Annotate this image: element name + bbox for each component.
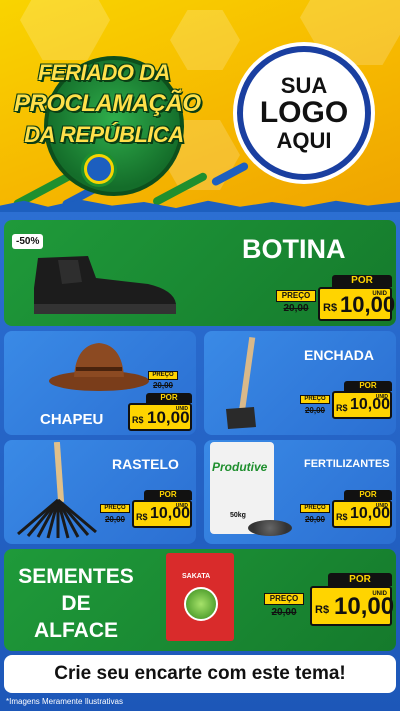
boot-icon [34, 256, 176, 314]
currency-symbol: R$ [132, 415, 144, 425]
old-price: 20,00 [304, 406, 326, 415]
current-price: R$ 10,00 UNID [332, 500, 392, 528]
title-line-1: FERIADO DA [38, 60, 170, 85]
holiday-title: FERIADO DA PROCLAMAÇÃO DA REPÚBLICA [14, 50, 201, 200]
currency-symbol: R$ [315, 604, 330, 616]
old-price: 20,00 [283, 303, 309, 314]
old-price: 20,00 [304, 515, 326, 524]
price-block: POR PREÇO 20,00 R$ 10,00 UNID [276, 275, 395, 321]
price-block: POR PREÇO 20,00 R$ 10,00 UNID [100, 490, 192, 540]
product-name: ENCHADA [304, 347, 374, 363]
bag-weight: 50kg [230, 512, 246, 519]
por-label: POR [144, 490, 192, 500]
packet-brand: SAKATA [182, 573, 211, 580]
seed-packet-icon: SAKATA [166, 553, 234, 641]
current-price: R$ 10,00 UNID [310, 586, 395, 626]
unit-label: UNID [375, 503, 388, 509]
product-name: CHAPEU [40, 411, 104, 428]
price-block: POR PREÇO 20,00 R$ 10,00 UNID [300, 381, 392, 431]
product-name: RASTELO [112, 456, 179, 472]
old-price: 20,00 [271, 607, 297, 618]
currency-symbol: R$ [323, 302, 338, 314]
product-card-chapeu[interactable]: CHAPEU PREÇO 20,00 POR R$ 10,00 UNID [4, 331, 196, 435]
product-card-enchada[interactable]: ENCHADA POR PREÇO 20,00 R$ 10,00 UNID [204, 331, 396, 435]
current-price: R$ 10,00 UNID [332, 391, 392, 419]
current-price: R$ 10,00 UNID [128, 403, 192, 431]
por-label: POR [344, 381, 392, 391]
price-block: POR PREÇO 20,00 R$ 10,00 UNID [300, 490, 392, 540]
disclaimer-note: *Imagens Meramente Ilustrativas [6, 697, 123, 706]
product-name: FERTILIZANTES [304, 458, 390, 470]
product-card-rastelo[interactable]: RASTELO POR PREÇO 20,00 R$ 10,00 UNID [4, 440, 196, 544]
price-block: POR PREÇO 20,00 R$ 10,00 UNID [262, 573, 395, 647]
preco-label: PREÇO [276, 290, 316, 302]
preco-label: PREÇO [300, 395, 330, 404]
logo-line-2: LOGO [259, 96, 349, 130]
unit-label: UNID [375, 394, 388, 400]
product-card-botina[interactable]: BOTINA POR PREÇO 20,00 R$ 10,00 UNID [4, 220, 396, 326]
hoe-icon [226, 336, 256, 429]
current-price: R$ 10,00 UNID [132, 500, 192, 528]
logo-placeholder[interactable]: SUA LOGO AQUI [237, 46, 371, 180]
product-name-line-2: DE [61, 592, 91, 615]
discount-badge: -50% [12, 234, 44, 249]
product-name: BOTINA [242, 234, 346, 264]
price-block: PREÇO 20,00 POR R$ 10,00 UNID [104, 371, 192, 431]
preco-label: PREÇO [100, 504, 130, 513]
title-line-3: DA REPÚBLICA [24, 122, 184, 147]
por-label: POR [344, 490, 392, 500]
unit-label: UNID [372, 591, 387, 597]
header-banner: FERIADO DA PROCLAMAÇÃO DA REPÚBLICA SUA … [0, 0, 400, 210]
old-price: 20,00 [152, 381, 174, 390]
product-card-sementes[interactable]: SEMENTES DE ALFACE SAKATA POR PREÇO 20,0… [4, 549, 396, 651]
preco-label: PREÇO [148, 371, 178, 380]
rake-icon [17, 442, 97, 539]
preco-label: PREÇO [264, 593, 304, 605]
bag-brand: Produtive [212, 460, 268, 474]
por-label: POR [332, 275, 392, 287]
product-name-line-1: SEMENTES [18, 565, 134, 588]
por-label: POR [328, 573, 392, 586]
currency-symbol: R$ [336, 403, 348, 413]
preco-label: PREÇO [300, 504, 330, 513]
cta-banner[interactable]: Crie seu encarte com este tema! [4, 655, 396, 693]
unit-label: UNID [175, 406, 188, 412]
product-card-fertilizantes[interactable]: Produtive 50kg FERTILIZANTES POR PREÇO 2… [204, 440, 396, 544]
logo-line-3: AQUI [276, 127, 332, 153]
price-value: 10,00 [334, 593, 395, 620]
fertilizer-bag-icon: Produtive 50kg [208, 442, 294, 538]
brazil-flag-icon [84, 154, 114, 184]
logo-line-1: SUA [280, 73, 328, 99]
currency-symbol: R$ [336, 512, 348, 522]
currency-symbol: R$ [136, 512, 148, 522]
product-name: SEMENTES DE ALFACE [8, 563, 144, 644]
unit-label: UNID [372, 291, 387, 297]
unit-label: UNID [175, 503, 188, 509]
title-line-2: PROCLAMAÇÃO [14, 90, 201, 117]
old-price: 20,00 [104, 515, 126, 524]
current-price: R$ 10,00 UNID [318, 287, 395, 321]
por-label: POR [146, 393, 192, 403]
product-name-line-3: ALFACE [34, 619, 118, 642]
